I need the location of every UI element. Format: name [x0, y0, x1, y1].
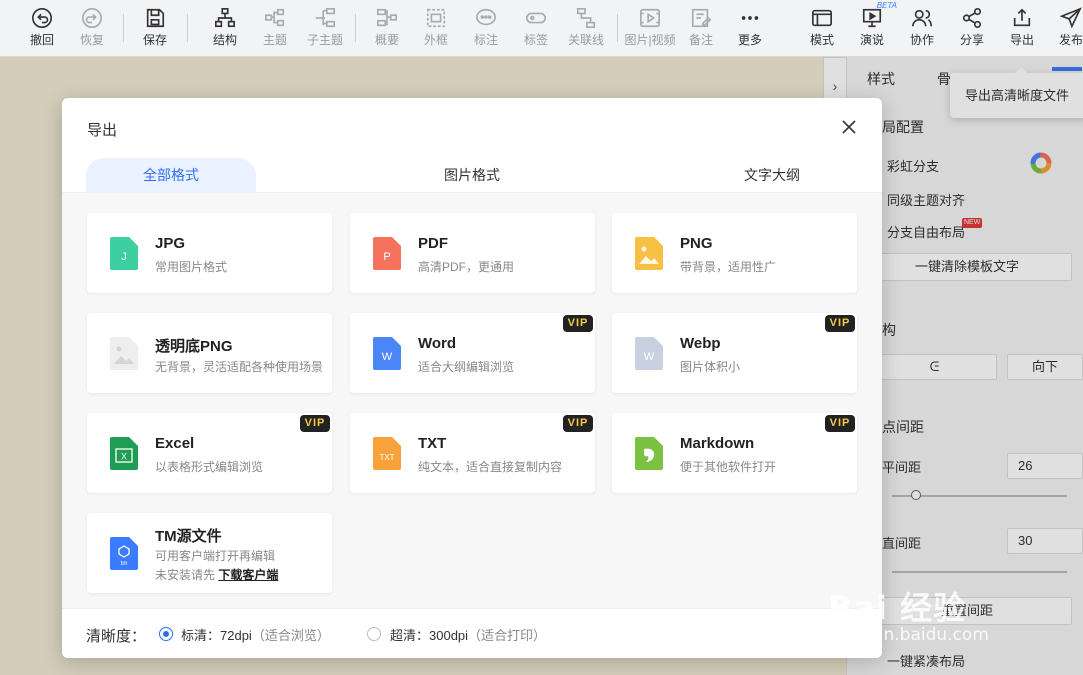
export-dialog: 导出 全部格式 图片格式 文字大纲 J JPG 常用图片格式 P PDF 高清P…: [62, 98, 882, 658]
svg-text:W: W: [382, 351, 393, 363]
svg-text:tm: tm: [121, 561, 128, 567]
share-button[interactable]: 分享: [949, 4, 995, 54]
transparent-png-file-icon: [110, 337, 138, 370]
share-icon: [962, 8, 982, 28]
image-video-button[interactable]: 图片|视频: [624, 4, 676, 54]
redo-button[interactable]: 恢复: [69, 4, 115, 54]
word-file-icon: W: [373, 337, 401, 370]
edit-note-icon: [691, 8, 712, 28]
relation-line-button[interactable]: 关联线: [563, 4, 609, 54]
relation-line-icon: [576, 8, 596, 28]
standard-resolution-label: 标清：72dpi: [181, 628, 252, 643]
svg-text:J: J: [121, 251, 127, 263]
topic-icon: [265, 8, 285, 27]
tm-file-icon: tm: [110, 537, 138, 570]
close-icon[interactable]: [840, 118, 858, 136]
format-card-transparent-png[interactable]: 透明底PNG 无背景，灵活适配各种使用场景: [87, 313, 332, 393]
format-tabs: 全部格式 图片格式 文字大纲: [62, 158, 882, 193]
svg-text:X: X: [121, 452, 127, 462]
undo-icon: [32, 8, 52, 28]
structure-icon: [215, 8, 235, 28]
markdown-file-icon: [635, 437, 663, 470]
remark-button[interactable]: 备注: [678, 4, 724, 54]
format-card-tm-source[interactable]: tm TM源文件 可用客户端打开再编辑 未安装请先 下载客户端: [87, 513, 332, 593]
subtopic-button[interactable]: 子主题: [302, 4, 348, 54]
baidu-watermark-url: jingyan.baidu.com: [832, 625, 989, 645]
format-card-png[interactable]: PNG 带背景，适用性广: [612, 213, 857, 293]
topic-button[interactable]: 主题: [252, 4, 298, 54]
mark-button[interactable]: 标注: [463, 4, 509, 54]
format-card-pdf[interactable]: P PDF 高清PDF，更通用: [350, 213, 595, 293]
format-card-txt[interactable]: VIP TXT TXT 纯文本，适合直接复制内容: [350, 413, 595, 493]
boundary-button[interactable]: 外框: [413, 4, 459, 54]
more-button[interactable]: 更多: [727, 4, 773, 54]
format-grid: J JPG 常用图片格式 P PDF 高清PDF，更通用 PNG 带背景，适用性…: [62, 193, 882, 608]
tab-text-outline[interactable]: 文字大纲: [687, 158, 857, 193]
toolbar-divider: [123, 14, 124, 42]
vip-badge: VIP: [825, 415, 855, 432]
subtopic-icon: [315, 8, 335, 28]
send-icon: [1060, 7, 1082, 29]
format-card-excel[interactable]: VIP X Excel 以表格形式编辑浏览: [87, 413, 332, 493]
present-icon: [862, 8, 882, 28]
vip-badge: VIP: [825, 315, 855, 332]
svg-text:TXT: TXT: [379, 453, 394, 462]
publish-button[interactable]: 发布: [1048, 4, 1083, 54]
dialog-title: 导出: [87, 122, 118, 139]
resolution-footer: 清晰度： 标清：72dpi（适合浏览） 超清：300dpi（适合打印）: [62, 608, 882, 658]
toolbar-divider: [355, 14, 356, 42]
baidu-watermark: Bai 经验: [828, 589, 967, 627]
vip-badge: VIP: [563, 315, 593, 332]
svg-text:W: W: [644, 351, 655, 363]
ultra-resolution-radio[interactable]: [367, 627, 381, 641]
present-button[interactable]: BETA 演说: [849, 1, 897, 54]
comment-icon: [476, 8, 496, 26]
jpg-file-icon: J: [110, 237, 138, 270]
undo-button[interactable]: 撤回: [19, 4, 65, 54]
tag-icon: [526, 12, 546, 24]
label-button[interactable]: 标签: [513, 4, 559, 54]
toolbar-divider: [187, 14, 188, 42]
structure-button[interactable]: 结构: [202, 4, 248, 54]
download-client-link[interactable]: 下载客户端: [218, 568, 278, 582]
svg-text:P: P: [383, 251, 390, 263]
vip-badge: VIP: [563, 415, 593, 432]
users-icon: [912, 9, 932, 27]
save-icon: [146, 8, 165, 28]
collab-button[interactable]: 协作: [899, 4, 945, 54]
toolbar-divider: [617, 14, 618, 42]
summary-icon: [377, 8, 397, 27]
format-card-markdown[interactable]: VIP Markdown 便于其他软件打开: [612, 413, 857, 493]
tab-image-formats[interactable]: 图片格式: [387, 158, 557, 193]
export-button[interactable]: 导出: [999, 4, 1045, 54]
format-card-jpg[interactable]: J JPG 常用图片格式: [87, 213, 332, 293]
pdf-file-icon: P: [373, 237, 401, 270]
more-dots-icon: [741, 16, 759, 20]
top-toolbar: 撤回 恢复 保存 结构 主题 子主题 概要 外框 标注 标签 关联线 图片|视频…: [0, 0, 1083, 57]
redo-icon: [82, 8, 102, 28]
standard-resolution-radio[interactable]: [159, 627, 173, 641]
format-card-word[interactable]: VIP W Word 适合大纲编辑浏览: [350, 313, 595, 393]
save-button[interactable]: 保存: [132, 4, 178, 54]
resolution-label: 清晰度：: [86, 628, 147, 645]
excel-file-icon: X: [110, 437, 138, 470]
mode-icon: [812, 9, 832, 27]
vip-badge: VIP: [300, 415, 330, 432]
png-file-icon: [635, 237, 663, 270]
summary-button[interactable]: 概要: [364, 4, 410, 54]
tab-all-formats[interactable]: 全部格式: [86, 158, 256, 193]
export-icon: [1013, 8, 1031, 27]
boundary-icon: [426, 8, 446, 28]
format-card-webp[interactable]: VIP W Webp 图片体积小: [612, 313, 857, 393]
mode-button[interactable]: 模式: [799, 4, 845, 54]
ultra-resolution-label: 超清：300dpi: [390, 628, 469, 643]
txt-file-icon: TXT: [373, 437, 401, 470]
video-icon: [640, 8, 660, 28]
webp-file-icon: W: [635, 337, 663, 370]
